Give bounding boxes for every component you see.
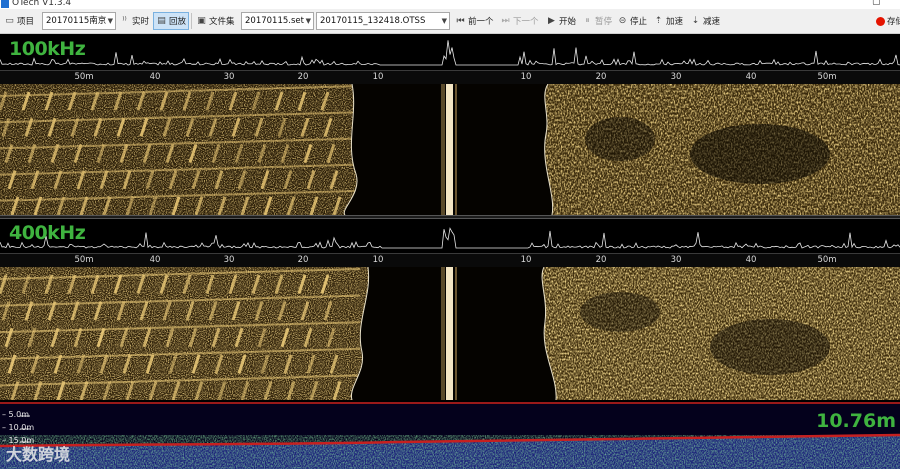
range-tick-label: 40 bbox=[149, 255, 161, 265]
realtime-button[interactable]: ⁾⁾ 实时 bbox=[119, 12, 149, 30]
speed-up-button[interactable]: ⇡ 加速 bbox=[653, 12, 683, 30]
previous-label: 前一个 bbox=[468, 17, 494, 27]
chevron-down-icon: ▼ bbox=[441, 17, 447, 25]
range-tick-label: 40 bbox=[745, 255, 757, 265]
project-icon: ▭ bbox=[5, 15, 14, 26]
next-icon: ⏭ bbox=[501, 15, 510, 26]
range-tick-label: 30 bbox=[670, 72, 682, 82]
project-select-value: 20170115南京 bbox=[46, 16, 107, 26]
next-label: 下一个 bbox=[513, 17, 539, 27]
range-tick-label: 30 bbox=[223, 255, 235, 265]
stop-label: 停止 bbox=[630, 17, 648, 27]
start-label: 开始 bbox=[559, 17, 577, 27]
speed-up-label: 加速 bbox=[666, 17, 684, 27]
title-bar: OTech V1.3.4 ▢ bbox=[0, 0, 900, 9]
slow-down-label: 减速 bbox=[703, 17, 721, 27]
slow-down-icon: ⇣ bbox=[691, 15, 700, 26]
depth-axis-value: 5.0m bbox=[8, 410, 30, 419]
depth-profile-graph bbox=[0, 404, 900, 469]
speed-up-icon: ⇡ bbox=[654, 15, 663, 26]
file-set-button[interactable]: ▣ 文件集 bbox=[196, 12, 235, 30]
range-tick-label: 50m bbox=[74, 72, 94, 82]
project-label: 项目 bbox=[17, 17, 35, 27]
range-tick-label: 50m bbox=[817, 72, 837, 82]
record-icon bbox=[876, 16, 885, 26]
depth-profile-panel: – 5.0m – 10.0m – 15.0m 10.76m 大数跨境 bbox=[0, 402, 900, 469]
watermark: 大数跨境 bbox=[6, 445, 71, 464]
depth-axis-label: – 10.0m bbox=[2, 423, 35, 432]
range-tick-label: 10 bbox=[520, 72, 532, 82]
range-tick-label: 10 bbox=[520, 255, 532, 265]
channel-400khz-panel: 400kHz 50m 40 30 20 10 10 20 30 40 50m bbox=[0, 219, 900, 400]
range-tick-label: 20 bbox=[595, 255, 607, 265]
next-button[interactable]: ⏭ 下一个 bbox=[500, 12, 539, 30]
sonar-image-100khz bbox=[0, 84, 900, 215]
realtime-icon: ⁾⁾ bbox=[122, 15, 127, 26]
range-tick-label: 20 bbox=[297, 72, 309, 82]
toolbar-separator bbox=[191, 13, 192, 29]
sonar-image-400khz bbox=[0, 267, 900, 400]
range-scale-400khz: 50m 40 30 20 10 10 20 30 40 50m bbox=[0, 253, 900, 267]
depth-axis-value: 10.0m bbox=[8, 423, 35, 432]
amplitude-graph-400khz bbox=[0, 227, 900, 249]
pause-label: 暂停 bbox=[595, 17, 613, 27]
file-set-label: 文件集 bbox=[209, 17, 235, 27]
range-tick-label: 10 bbox=[372, 255, 384, 265]
playback-icon: ▤ bbox=[157, 15, 166, 26]
record-label: 存储 bbox=[887, 17, 900, 27]
range-tick-label: 50m bbox=[817, 255, 837, 265]
chevron-down-icon: ▼ bbox=[305, 17, 311, 25]
project-button[interactable]: ▭ 项目 bbox=[4, 12, 34, 30]
range-tick-label: 30 bbox=[223, 72, 235, 82]
range-scale-100khz: 50m 40 30 20 10 10 20 30 40 50m bbox=[0, 70, 900, 84]
play-icon: ▶ bbox=[548, 15, 555, 26]
project-select[interactable]: 20170115南京 ▼ bbox=[42, 12, 116, 30]
range-tick-label: 20 bbox=[595, 72, 607, 82]
realtime-label: 实时 bbox=[132, 17, 150, 27]
chevron-down-icon: ▼ bbox=[107, 17, 113, 25]
range-tick-label: 40 bbox=[745, 72, 757, 82]
stop-button[interactable]: ⊝ 停止 bbox=[617, 12, 647, 30]
set-select[interactable]: 20170115.set ▼ bbox=[241, 12, 314, 30]
file-select-value: 20170115_132418.OTSS bbox=[320, 16, 426, 26]
restore-button[interactable]: ▢ bbox=[872, 0, 881, 7]
pause-icon: ⏸ bbox=[585, 15, 590, 26]
window-title: OTech V1.3.4 bbox=[12, 0, 72, 8]
slow-down-button[interactable]: ⇣ 减速 bbox=[690, 12, 720, 30]
depth-reading: 10.76m bbox=[816, 410, 896, 432]
app-icon bbox=[1, 0, 9, 8]
toolbar: ▭ 项目 20170115南京 ▼ ⁾⁾ 实时 ▤ 回放 ▣ 文件集 20170… bbox=[0, 9, 900, 34]
file-set-icon: ▣ bbox=[197, 15, 206, 26]
stop-icon: ⊝ bbox=[618, 15, 627, 26]
frequency-label-400khz: 400kHz bbox=[9, 222, 86, 244]
record-button[interactable]: 存储 bbox=[876, 12, 900, 30]
amplitude-graph-100khz bbox=[0, 40, 900, 66]
range-tick-label: 20 bbox=[297, 255, 309, 265]
range-tick-label: 50m bbox=[74, 255, 94, 265]
depth-axis-label: – 5.0m bbox=[2, 410, 30, 419]
start-button[interactable]: ▶ 开始 bbox=[546, 12, 576, 30]
previous-icon: ⏮ bbox=[456, 15, 465, 26]
range-tick-label: 10 bbox=[372, 72, 384, 82]
range-tick-label: 40 bbox=[149, 72, 161, 82]
set-select-value: 20170115.set bbox=[245, 16, 304, 26]
playback-label: 回放 bbox=[169, 17, 187, 27]
channel-100khz-panel: 100kHz 50m 40 30 20 10 10 20 30 40 50m bbox=[0, 35, 900, 215]
previous-button[interactable]: ⏮ 前一个 bbox=[455, 12, 494, 30]
playback-button[interactable]: ▤ 回放 bbox=[153, 12, 190, 30]
frequency-label-100khz: 100kHz bbox=[9, 38, 86, 60]
range-tick-label: 30 bbox=[670, 255, 682, 265]
file-select[interactable]: 20170115_132418.OTSS ▼ bbox=[316, 12, 450, 30]
pause-button[interactable]: ⏸ 暂停 bbox=[582, 12, 612, 30]
